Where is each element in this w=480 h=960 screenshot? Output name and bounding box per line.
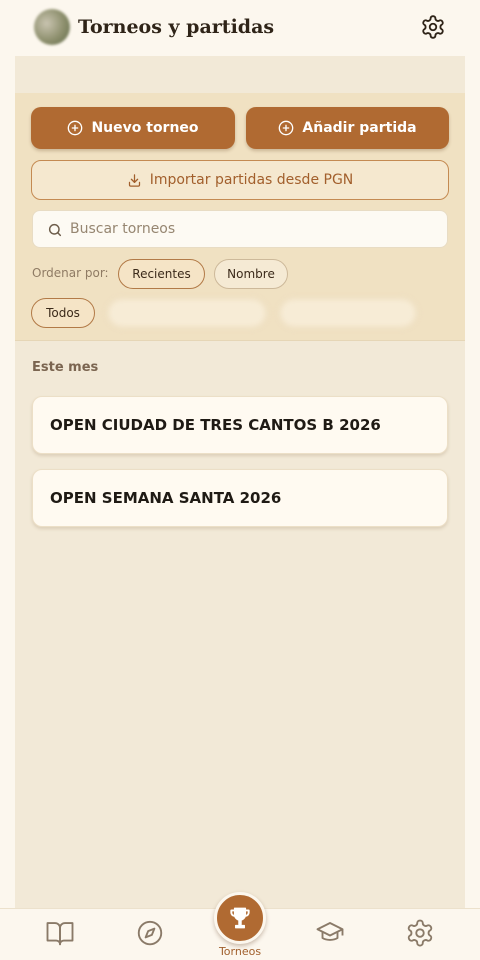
tournament-card[interactable]: OPEN CIUDAD DE TRES CANTOS B 2026 bbox=[32, 396, 448, 454]
add-game-label: Añadir partida bbox=[302, 120, 417, 136]
compass-icon[interactable] bbox=[135, 918, 165, 948]
sort-label: Ordenar por: bbox=[32, 266, 109, 280]
tournament-name: OPEN SEMANA SANTA 2026 bbox=[50, 489, 282, 507]
user-avatar[interactable] bbox=[34, 9, 70, 45]
tournament-card[interactable]: OPEN SEMANA SANTA 2026 bbox=[32, 469, 448, 527]
import-pgn-label: Importar partidas desde PGN bbox=[149, 172, 354, 188]
graduation-cap-icon[interactable] bbox=[315, 918, 345, 948]
book-icon[interactable] bbox=[45, 918, 75, 948]
nav-tournaments-label: Torneos bbox=[218, 945, 262, 958]
search-box[interactable] bbox=[32, 210, 448, 248]
main-content: Nuevo torneo Añadir partida Importar par… bbox=[15, 56, 465, 908]
download-icon bbox=[128, 173, 140, 187]
plus-circle-icon bbox=[68, 120, 83, 136]
controls-panel: Nuevo torneo Añadir partida Importar par… bbox=[15, 93, 465, 341]
trophy-icon bbox=[230, 907, 250, 929]
top-app-bar: Torneos y partidas bbox=[0, 0, 480, 56]
search-input[interactable] bbox=[70, 211, 440, 247]
gear-icon[interactable] bbox=[420, 14, 446, 40]
tournament-name: OPEN CIUDAD DE TRES CANTOS B 2026 bbox=[50, 416, 381, 434]
nav-tournaments-button[interactable] bbox=[214, 892, 266, 944]
section-header-this-month: Este mes bbox=[32, 360, 99, 375]
new-tournament-label: Nuevo torneo bbox=[91, 120, 199, 136]
plus-circle-icon bbox=[279, 120, 294, 136]
filter-chip-blurred[interactable] bbox=[107, 298, 267, 328]
import-pgn-button[interactable]: Importar partidas desde PGN bbox=[31, 160, 449, 200]
sort-option-nombre[interactable]: Nombre bbox=[214, 259, 288, 289]
page-title: Torneos y partidas bbox=[78, 16, 275, 38]
filter-chip-todos[interactable]: Todos bbox=[31, 298, 95, 328]
gear-icon[interactable] bbox=[405, 918, 435, 948]
add-game-button[interactable]: Añadir partida bbox=[246, 107, 449, 149]
filter-chip-blurred[interactable] bbox=[279, 298, 417, 328]
search-icon bbox=[48, 223, 62, 237]
sort-option-recientes[interactable]: Recientes bbox=[118, 259, 205, 289]
new-tournament-button[interactable]: Nuevo torneo bbox=[31, 107, 235, 149]
